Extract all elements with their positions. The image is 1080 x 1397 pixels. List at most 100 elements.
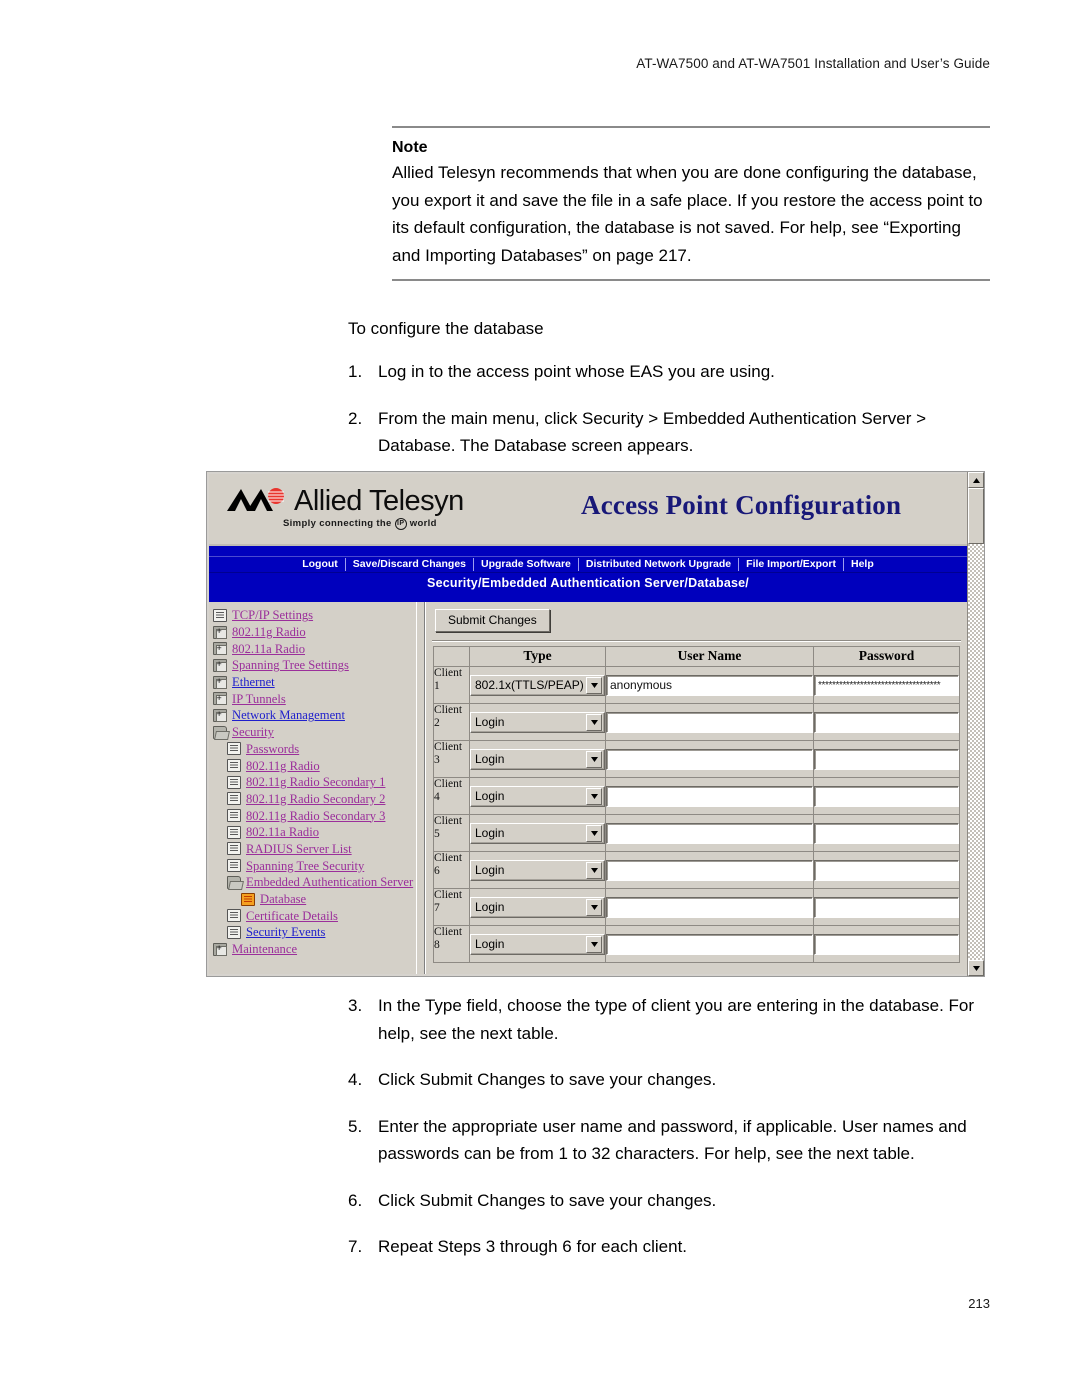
page-icon [227,842,241,856]
chevron-down-icon[interactable] [586,861,602,879]
type-select[interactable]: Login [470,859,605,881]
menu-item-file-import-export[interactable]: File Import/Export [739,558,844,571]
user-name-input[interactable] [606,748,813,770]
sidebar-item-802-11a-radio[interactable]: 802.11a Radio [213,640,416,657]
page-icon [227,792,241,806]
sidebar-item-embedded-authentication-server[interactable]: Embedded Authentication Server [213,874,416,891]
ip-badge-icon: IP [394,517,407,530]
scrollbar-thumb[interactable] [968,488,984,544]
vertical-scrollbar[interactable] [967,472,984,976]
sidebar-item-label: Spanning Tree Security [246,858,365,873]
menu-item-help[interactable]: Help [844,558,881,571]
sidebar-item-label: Certificate Details [246,908,338,923]
scrollbar-track[interactable] [968,544,984,960]
type-cell: Login [469,888,606,926]
folder-icon [213,708,227,722]
sidebar-item-radius-server-list[interactable]: RADIUS Server List [213,841,416,858]
menu-item-distributed-network-upgrade[interactable]: Distributed Network Upgrade [579,558,740,571]
page-icon [227,759,241,773]
main-menu-bar: Logout Save/Discard Changes Upgrade Soft… [209,556,967,573]
row-index-label: Client 1 [433,666,470,704]
sidebar-item-security[interactable]: Security [213,724,416,741]
user-name-input[interactable] [606,785,813,807]
sidebar-item-802-11g-radio-secondary-2[interactable]: 802.11g Radio Secondary 2 [213,791,416,808]
user-name-cell [605,740,814,778]
user-name-input[interactable] [606,822,813,844]
content-area: TCP/IP Settings 802.11g Radio 802.11a Ra… [209,602,967,974]
menu-item-logout[interactable]: Logout [295,558,346,571]
sidebar-item-passwords[interactable]: Passwords [213,741,416,758]
chevron-down-icon[interactable] [586,713,602,731]
sidebar-item-tcp-ip-settings[interactable]: TCP/IP Settings [213,607,416,624]
password-cell [813,703,960,741]
password-input[interactable] [814,748,959,770]
folder-open-icon [213,725,227,739]
page-icon [227,909,241,923]
chevron-down-icon[interactable] [586,676,602,694]
menu-item-save-discard-changes[interactable]: Save/Discard Changes [346,558,475,571]
password-input[interactable] [814,859,959,881]
step-number: 2. [348,408,363,428]
password-input[interactable] [814,822,959,844]
list-item: 1. Log in to the access point whose EAS … [348,358,998,386]
chevron-down-icon[interactable] [586,787,602,805]
type-select[interactable]: Login [470,748,605,770]
sidebar-item-network-management[interactable]: Network Management [213,707,416,724]
sidebar-item-security-802-11g-radio[interactable]: 802.11g Radio [213,757,416,774]
scroll-down-button[interactable] [968,960,984,976]
sidebar-item-802-11g-radio[interactable]: 802.11g Radio [213,624,416,641]
user-name-input[interactable] [606,711,813,733]
sidebar-item-security-events[interactable]: Security Events [213,924,416,941]
type-select[interactable]: Login [470,896,605,918]
user-name-input[interactable] [606,859,813,881]
password-input[interactable] [814,785,959,807]
type-select[interactable]: 802.1x(TTLS/PEAP) [470,674,605,696]
brand-logo: Allied Telesyn Simply connecting the IP … [227,485,497,530]
type-select-value: Login [475,826,505,840]
password-input[interactable] [814,896,959,918]
sidebar-item-certificate-details[interactable]: Certificate Details [213,907,416,924]
sidebar-item-ethernet[interactable]: Ethernet [213,674,416,691]
user-name-input[interactable]: anonymous [606,674,813,696]
sidebar-item-spanning-tree-settings[interactable]: Spanning Tree Settings [213,657,416,674]
user-name-input[interactable] [606,933,813,955]
type-select[interactable]: Login [470,822,605,844]
type-cell: Login [469,703,606,741]
database-table: Type User Name Password Client 1 802.1x(… [433,646,960,963]
sidebar-item-802-11g-radio-secondary-1[interactable]: 802.11g Radio Secondary 1 [213,774,416,791]
scroll-up-button[interactable] [968,472,984,488]
page-icon [227,859,241,873]
sidebar-item-802-11g-radio-secondary-3[interactable]: 802.11g Radio Secondary 3 [213,807,416,824]
chevron-down-icon[interactable] [586,898,602,916]
running-head: AT-WA7500 and AT-WA7501 Installation and… [636,56,990,71]
sidebar-item-label: Spanning Tree Settings [232,658,349,673]
password-cell [813,777,960,815]
step-number: 4. [348,1070,363,1090]
type-select[interactable]: Login [470,933,605,955]
type-select-value: Login [475,937,505,951]
pane-divider[interactable] [416,602,425,974]
sidebar-item-spanning-tree-security[interactable]: Spanning Tree Security [213,857,416,874]
tagline-before: Simply connecting the [283,518,392,530]
sidebar-item-label: Security Events [246,925,326,940]
brand-name: Allied Telesyn [294,485,464,518]
chevron-down-icon[interactable] [586,935,602,953]
password-input[interactable]: *********************************** [814,674,959,696]
chevron-down-icon[interactable] [586,750,602,768]
sidebar-item-ip-tunnels[interactable]: IP Tunnels [213,690,416,707]
chevron-down-icon[interactable] [586,824,602,842]
sidebar-item-security-802-11a-radio[interactable]: 802.11a Radio [213,824,416,841]
password-input[interactable] [814,711,959,733]
type-select-value: Login [475,900,505,914]
table-row: Client 5 Login [433,814,960,852]
user-name-input[interactable] [606,896,813,918]
sidebar-item-database[interactable]: Database [213,891,416,908]
folder-icon [213,642,227,656]
submit-changes-button[interactable]: Submit Changes [435,609,550,632]
menu-item-upgrade-software[interactable]: Upgrade Software [474,558,579,571]
sidebar-item-maintenance[interactable]: Maintenance [213,941,416,958]
password-cell [813,814,960,852]
type-select[interactable]: Login [470,785,605,807]
password-input[interactable] [814,933,959,955]
type-select[interactable]: Login [470,711,605,733]
